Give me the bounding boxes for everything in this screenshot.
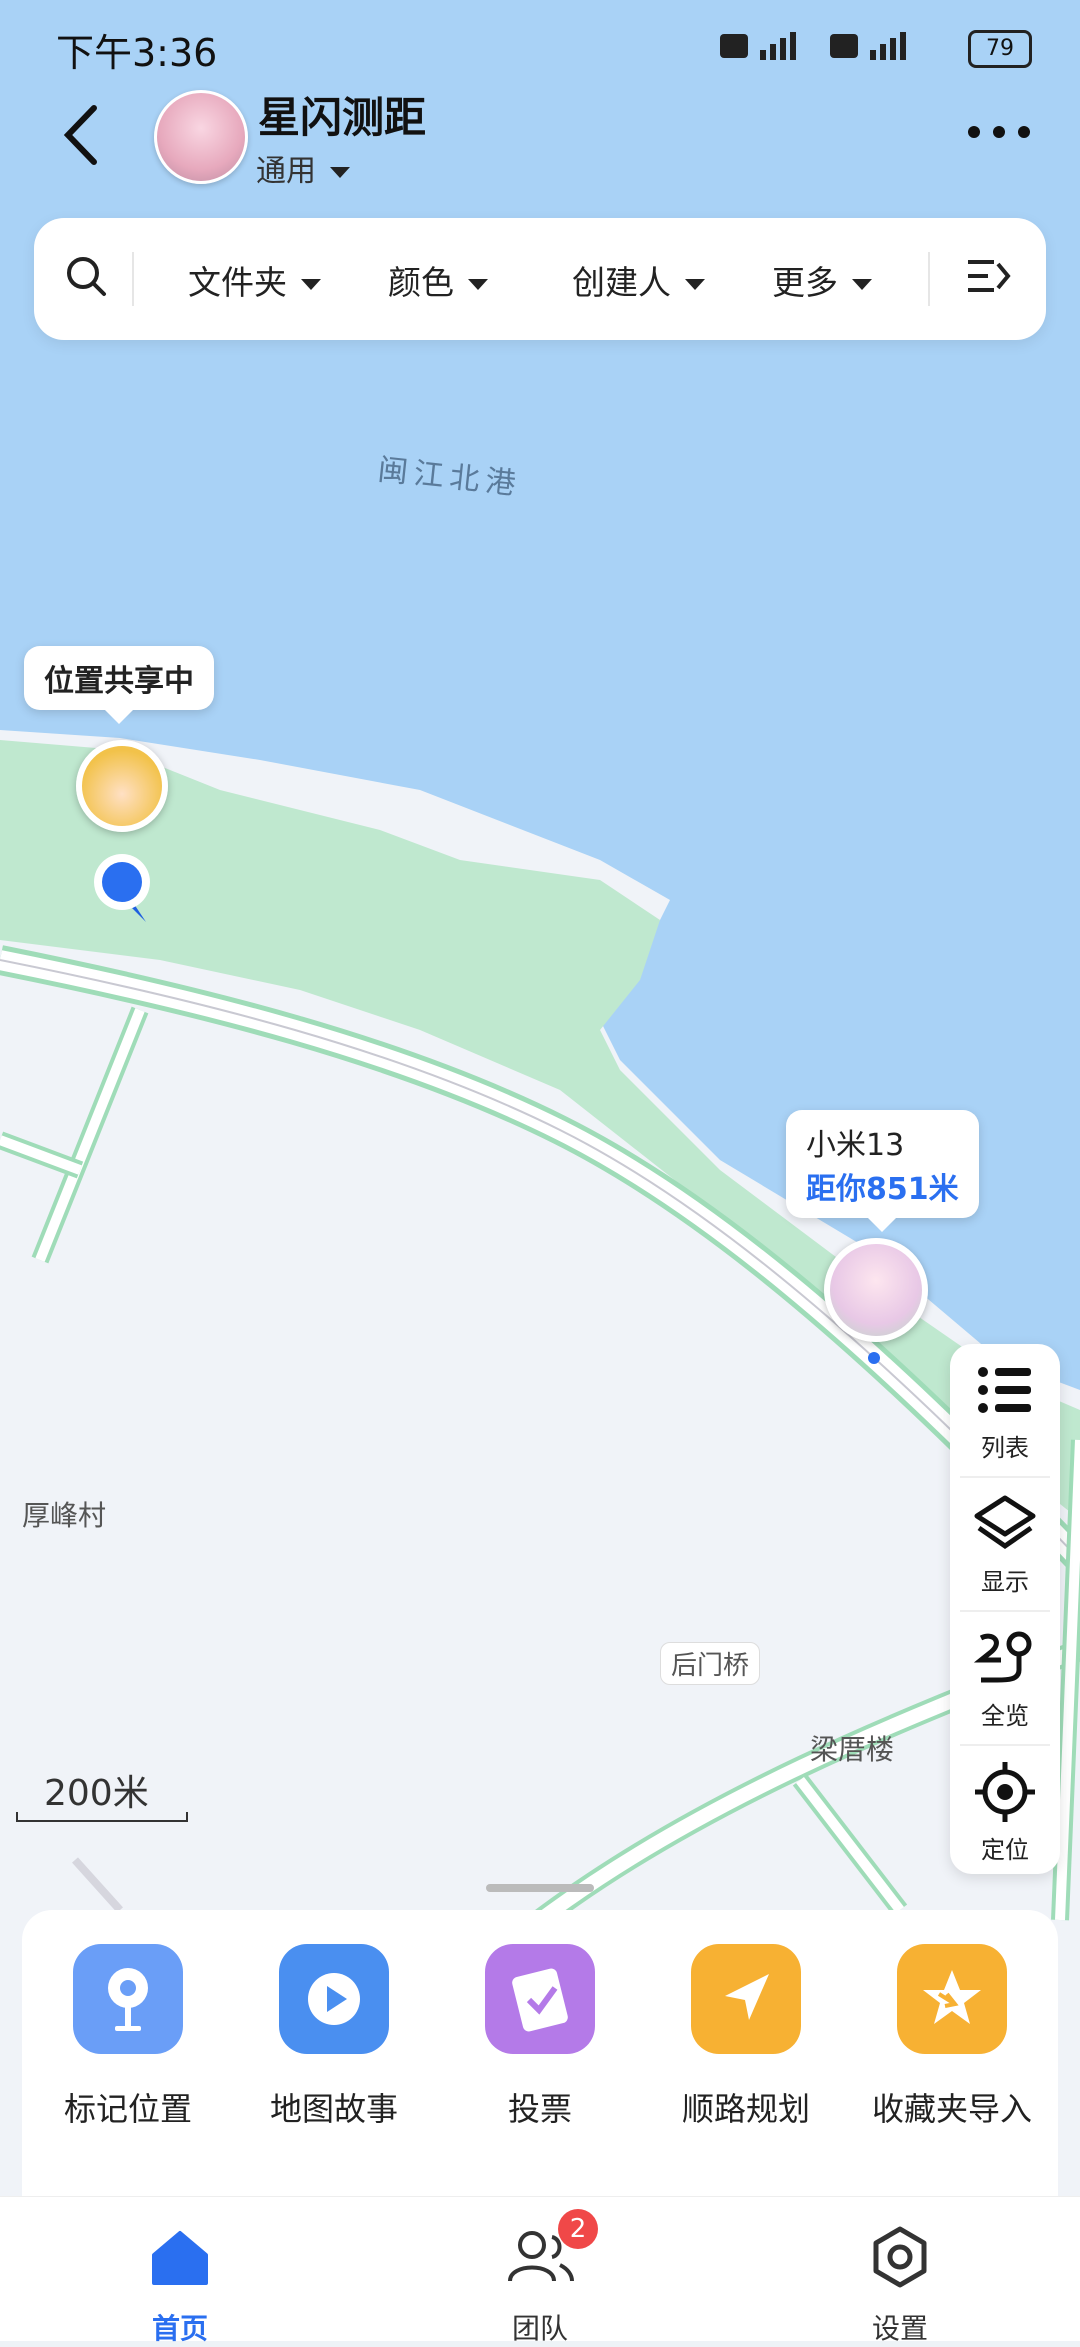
battery-indicator: 79 [968,30,1032,68]
action-label: 顺路规划 [681,2090,810,2128]
search-icon [67,257,106,296]
tool-label: 列表 [981,1434,1029,1462]
map-scale: 200米 [44,1773,149,1814]
filter-more[interactable]: 更多 [772,256,872,304]
filter-label: 更多 [772,263,838,302]
tool-label: 全览 [981,1702,1029,1730]
caret-down-icon [330,167,350,178]
filter-label: 颜色 [388,263,454,302]
place-label: 厚峰村 [22,1499,107,1532]
map-pin-icon [73,1944,183,2054]
locate-tool-button[interactable]: 定位 [950,1746,1060,1876]
sharing-status-text: 位置共享中 [44,664,194,699]
sort-list-icon [968,260,1011,292]
caret-down-icon [685,279,705,290]
vote-button[interactable]: 投票 [442,1944,638,2130]
friend-info-bubble[interactable]: 小米13 距你851米 [786,1110,979,1232]
caret-down-icon [301,279,321,290]
more-dots-icon [968,126,1030,138]
map-tools-panel: 列表 显示 全览 定位 [950,1344,1060,1874]
sheet-drag-handle[interactable] [486,1884,594,1892]
tab-label: 首页 [151,2312,208,2345]
actions-sheet: 标记位置 地图故事 投票 顺路规划 收藏夹导入 [22,1910,1058,2210]
tool-label: 显示 [981,1568,1029,1596]
tab-team[interactable]: 2 团队 [360,2197,720,2345]
action-label: 投票 [507,2090,572,2128]
self-avatar-marker[interactable] [76,740,168,832]
tab-label: 设置 [871,2312,928,2345]
vote-ticket-icon [485,1944,595,2054]
caret-down-icon [852,279,872,290]
status-time: 下午3:36 [56,31,218,75]
overview-tool-button[interactable]: 全览 [950,1612,1060,1742]
friend-location-dot [868,1352,880,1364]
category-label: 通用 [256,154,316,189]
back-button[interactable] [54,100,114,170]
status-bar: 下午3:36 79 [0,0,1080,92]
mark-location-button[interactable]: 标记位置 [30,1944,226,2130]
action-label: 标记位置 [63,2090,192,2128]
tool-label: 定位 [981,1836,1029,1864]
filter-bar: 文件夹 颜色 创建人 更多 [34,218,1046,340]
route-overview-icon [973,1631,1032,1683]
friend-distance: 距你851米 [806,1172,959,1207]
display-tool-button[interactable]: 显示 [950,1478,1060,1608]
filter-label: 文件夹 [188,263,287,302]
tab-settings[interactable]: 设置 [720,2197,1080,2345]
favorites-import-button[interactable]: 收藏夹导入 [854,1944,1050,2130]
bottom-tab-bar: 首页 2 团队 设置 [0,2196,1080,2345]
map-story-button[interactable]: 地图故事 [236,1944,432,2130]
more-menu-button[interactable] [966,118,1032,146]
friend-avatar-marker[interactable] [824,1238,928,1342]
filter-label: 创建人 [572,263,671,302]
signal-icon [720,28,940,68]
filter-folder[interactable]: 文件夹 [188,256,321,304]
locate-crosshair-icon [975,1762,1035,1822]
page-title: 星闪测距 [258,93,427,142]
team-notification-badge: 2 [558,2209,598,2249]
sharing-status-bubble: 位置共享中 [24,646,214,724]
layers-icon [974,1495,1036,1550]
tab-label: 团队 [511,2312,568,2345]
category-selector[interactable]: 通用 [256,146,350,190]
home-icon [152,2231,208,2285]
navigation-arrow-icon [691,1944,801,2054]
action-label: 收藏夹导入 [871,2090,1032,2128]
place-label: 梁厝楼 [810,1733,895,1766]
star-import-icon [897,1944,1007,2054]
filter-color[interactable]: 颜色 [388,256,488,304]
list-tool-button[interactable]: 列表 [950,1344,1060,1474]
bridge-label: 后门桥 [660,1642,761,1685]
caret-down-icon [468,279,488,290]
avatar[interactable] [154,90,248,184]
route-planning-button[interactable]: 顺路规划 [648,1944,844,2130]
settings-hex-icon [873,2226,927,2288]
sort-button[interactable] [964,254,1012,306]
friend-device-name: 小米13 [806,1128,905,1163]
list-icon [978,1367,1031,1413]
tab-home[interactable]: 首页 [0,2197,360,2345]
action-label: 地图故事 [269,2090,398,2128]
filter-creator[interactable]: 创建人 [572,256,705,304]
scale-bar [16,1812,188,1822]
my-location-dot [92,852,152,924]
chevron-left-icon [63,105,97,165]
search-button[interactable] [64,254,108,306]
play-icon [279,1944,389,2054]
